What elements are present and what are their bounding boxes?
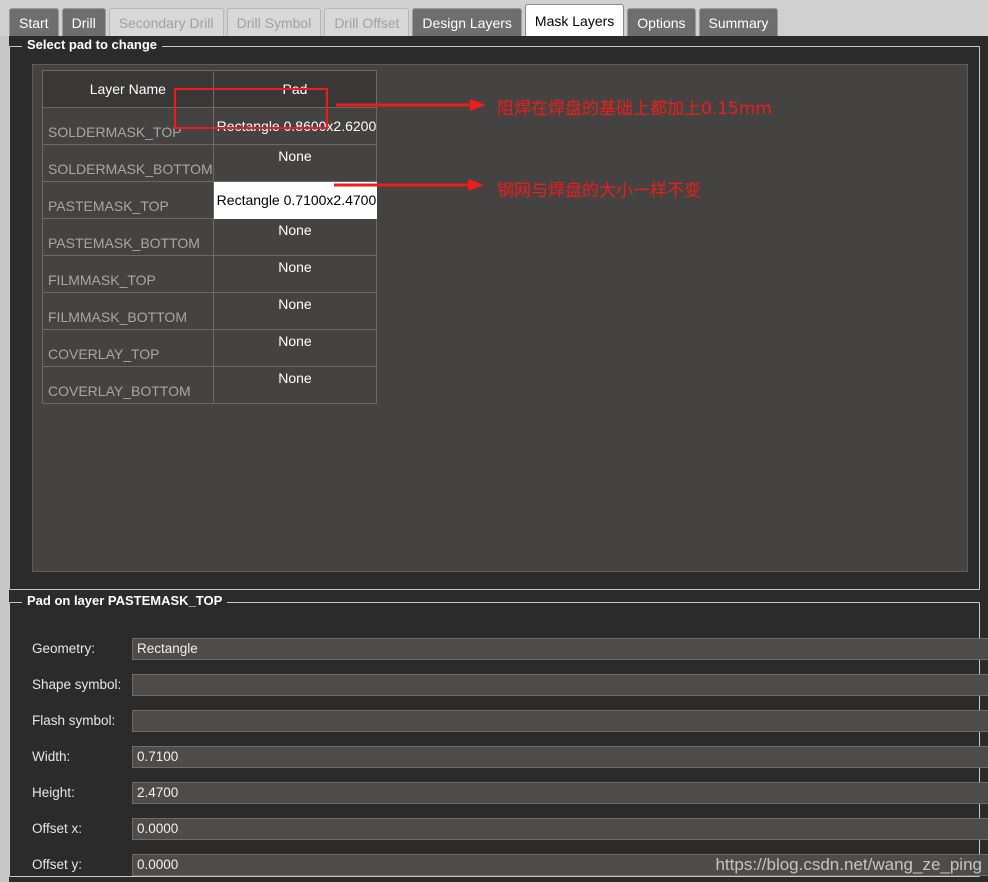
tab-design-layers[interactable]: Design Layers bbox=[412, 8, 522, 36]
window-left-edge bbox=[0, 36, 9, 882]
select-pad-group-title: Select pad to change bbox=[22, 37, 163, 52]
cell-pad-value[interactable]: None bbox=[212, 366, 378, 404]
table-row[interactable]: FILMMASK_TOP None bbox=[42, 255, 378, 293]
table-row[interactable]: SOLDERMASK_BOTTOM None bbox=[42, 144, 378, 182]
tab-start[interactable]: Start bbox=[9, 8, 59, 36]
tab-secondary-drill: Secondary Drill bbox=[108, 8, 224, 36]
cell-pad-value[interactable]: Rectangle 0.8600x2.6200 bbox=[212, 107, 378, 145]
column-header-layer-name[interactable]: Layer Name bbox=[42, 70, 214, 108]
cell-pad-value[interactable]: None bbox=[212, 292, 378, 330]
field-label-offset-y: Offset y: bbox=[32, 857, 83, 872]
cell-layer-name[interactable]: PASTEMASK_TOP bbox=[42, 181, 214, 219]
watermark-url: https://blog.csdn.net/wang_ze_ping bbox=[715, 855, 982, 874]
table-row[interactable]: COVERLAY_BOTTOM None bbox=[42, 366, 378, 404]
cell-pad-value-editing[interactable]: Rectangle 0.7100x2.4700 bbox=[212, 181, 378, 219]
column-header-pad[interactable]: Pad bbox=[212, 70, 378, 108]
field-input-height[interactable]: 2.4700 bbox=[132, 782, 988, 804]
tab-summary[interactable]: Summary bbox=[698, 8, 779, 36]
field-label-width: Width: bbox=[32, 749, 71, 764]
cell-layer-name[interactable]: SOLDERMASK_TOP bbox=[42, 107, 214, 145]
cell-layer-name[interactable]: FILMMASK_BOTTOM bbox=[42, 292, 214, 330]
tab-bar: Start Drill Secondary Drill Drill Symbol Dri… bbox=[0, 0, 988, 36]
field-input-offset-x[interactable]: 0.0000 bbox=[132, 818, 988, 840]
tab-options[interactable]: Options bbox=[627, 8, 696, 36]
annotation-text-2: 钢网与焊盘的大小一样不变 bbox=[497, 181, 701, 201]
table-header-row: Layer Name Pad bbox=[42, 70, 378, 108]
table-row[interactable]: PASTEMASK_TOP Rectangle 0.7100x2.4700 bbox=[42, 181, 378, 219]
table-row[interactable]: COVERLAY_TOP None bbox=[42, 329, 378, 367]
tab-drill-offset: Drill Offset bbox=[324, 8, 410, 36]
cell-layer-name[interactable]: FILMMASK_TOP bbox=[42, 255, 214, 293]
cell-layer-name[interactable]: SOLDERMASK_BOTTOM bbox=[42, 144, 214, 182]
field-label-geometry: Geometry: bbox=[32, 641, 96, 656]
tab-drill-symbol: Drill Symbol bbox=[226, 8, 322, 36]
field-label-height: Height: bbox=[32, 785, 75, 800]
select-pad-group: Select pad to change Layer Name Pad SOLDE… bbox=[9, 37, 980, 590]
field-input-flash-symbol[interactable] bbox=[132, 710, 988, 732]
table-row[interactable]: FILMMASK_BOTTOM None bbox=[42, 292, 378, 330]
cell-pad-value[interactable]: None bbox=[212, 218, 378, 256]
field-label-shape-symbol: Shape symbol: bbox=[32, 677, 122, 692]
cell-pad-value[interactable]: None bbox=[212, 329, 378, 367]
pad-on-layer-group: Pad on layer PASTEMASK_TOP Geometry: Rect… bbox=[9, 593, 988, 877]
pad-on-layer-group-title: Pad on layer PASTEMASK_TOP bbox=[22, 593, 228, 608]
pad-table[interactable]: Layer Name Pad SOLDERMASK_TOP Rectangle 0.… bbox=[42, 70, 378, 404]
pad-table-panel[interactable]: Layer Name Pad SOLDERMASK_TOP Rectangle 0.… bbox=[32, 64, 968, 572]
field-label-flash-symbol: Flash symbol: bbox=[32, 713, 116, 728]
table-row[interactable]: PASTEMASK_BOTTOM None bbox=[42, 218, 378, 256]
field-input-width[interactable]: 0.7100 bbox=[132, 746, 988, 768]
cell-pad-value[interactable]: None bbox=[212, 255, 378, 293]
tab-mask-layers[interactable]: Mask Layers bbox=[524, 4, 625, 36]
annotation-text-1: 阻焊在焊盘的基础上都加上0.15mm bbox=[497, 99, 772, 119]
application-window: Start Drill Secondary Drill Drill Symbol Dri… bbox=[0, 0, 988, 882]
field-input-shape-symbol[interactable] bbox=[132, 674, 988, 696]
field-input-geometry[interactable]: Rectangle bbox=[132, 638, 988, 660]
cell-pad-value[interactable]: None bbox=[212, 144, 378, 182]
cell-layer-name[interactable]: COVERLAY_BOTTOM bbox=[42, 366, 214, 404]
table-row[interactable]: SOLDERMASK_TOP Rectangle 0.8600x2.6200 bbox=[42, 107, 378, 145]
tab-drill[interactable]: Drill bbox=[61, 8, 106, 36]
cell-layer-name[interactable]: PASTEMASK_BOTTOM bbox=[42, 218, 214, 256]
field-label-offset-x: Offset x: bbox=[32, 821, 83, 836]
cell-layer-name[interactable]: COVERLAY_TOP bbox=[42, 329, 214, 367]
